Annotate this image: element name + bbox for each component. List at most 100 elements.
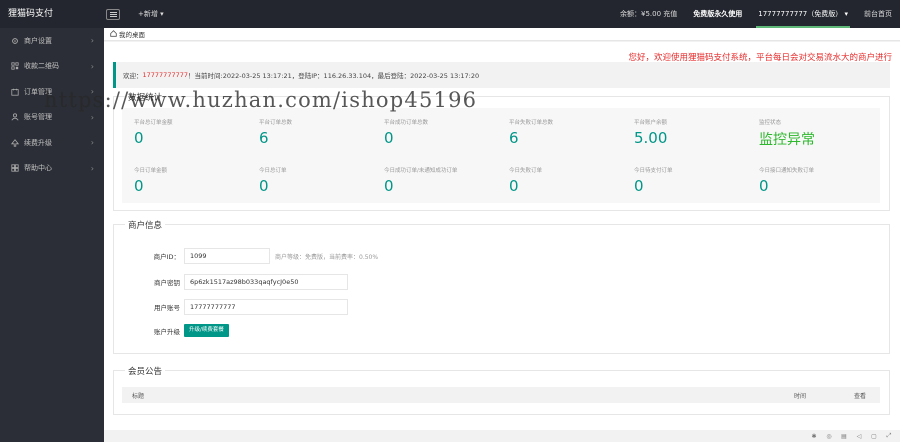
announcements-title: 会员公告 <box>125 365 166 377</box>
stat-label: 平台失败订单总数 <box>509 120 554 126</box>
column-title: 标题 <box>132 392 145 400</box>
merchant-id-row: 商户ID： 1099 商户等级：免费版，当前费率：0.50% <box>140 248 378 264</box>
stat-label: 平台成功订单总数 <box>384 120 429 126</box>
merchant-key-field[interactable]: 6p6zk1517az98b033qaqfycJ0e50 <box>184 274 348 290</box>
fullscreen-icon[interactable]: ▢ <box>871 433 877 440</box>
refresh-icon[interactable]: ◎ <box>826 433 832 440</box>
stat-value: 6 <box>509 129 519 147</box>
upgrade-icon <box>10 138 19 147</box>
menu-toggle-icon[interactable] <box>106 8 120 20</box>
chevron-right-icon: › <box>90 112 94 122</box>
free-version-label: 免费版永久使用 <box>693 10 743 18</box>
stat-card: 今日订单金额 0 <box>134 166 260 195</box>
monitor-status: 监控异常 <box>759 132 815 148</box>
sidebar-item-qrcode[interactable]: 收款二维码 › <box>0 54 104 80</box>
tab-my-desktop[interactable]: 我的桌面 <box>119 29 145 39</box>
stat-card: 监控状态 监控异常 <box>759 118 885 149</box>
sound-icon[interactable]: ◁ <box>856 433 862 440</box>
merchant-key-row: 商户密钥 6p6zk1517az98b033qaqfycJ0e50 <box>140 274 348 290</box>
stat-value: 0 <box>759 177 769 195</box>
notice-prefix: 欢迎： <box>123 72 143 80</box>
stat-value: 0 <box>134 177 144 195</box>
stat-card: 今日失败订单 0 <box>509 166 635 195</box>
notice-user: 17777777777 <box>142 71 189 79</box>
stats-grid: 平台总订单金额 0 平台订单总数 6 平台成功订单总数 0 平台失败订单总数 6… <box>122 108 880 203</box>
merchant-id-field[interactable]: 1099 <box>184 248 270 264</box>
login-notice: 欢迎： 17777777777 ！当前时间:2022-03-25 13:17:2… <box>113 62 890 88</box>
sidebar-item-label: 商户设置 <box>24 36 52 45</box>
stat-value: 5.00 <box>634 129 668 147</box>
column-view: 查看 <box>854 392 867 400</box>
tab-bar: 我的桌面 <box>104 28 900 41</box>
merchant-key-label: 商户密钥 <box>154 279 180 287</box>
frontend-home-link[interactable]: 前台首页 <box>856 0 900 28</box>
stat-label: 今日待支付订单 <box>634 168 673 174</box>
announcements-panel: 会员公告 标题 时间 查看 <box>113 365 890 415</box>
stat-card: 平台失败订单总数 6 <box>509 118 635 147</box>
stat-value: 0 <box>509 177 519 195</box>
merchant-level-hint: 商户等级：免费版，当前费率：0.50% <box>275 253 379 261</box>
stat-label: 平台总订单金额 <box>134 120 173 126</box>
column-time: 时间 <box>794 392 807 400</box>
chevron-right-icon: › <box>90 61 94 71</box>
stat-card: 平台总订单金额 0 <box>134 118 260 147</box>
home-icon <box>110 29 117 39</box>
stat-label: 今日接口通知失败订单 <box>759 168 815 174</box>
top-bar: 狸猫码支付 +新增 ▾ 余额：¥5.00 充值 免费版永久使用 17777777… <box>0 0 900 28</box>
balance-link[interactable]: 余额：¥5.00 充值 <box>612 0 685 28</box>
chevron-right-icon: › <box>90 163 94 173</box>
stat-card: 平台账户余额 5.00 <box>634 118 760 147</box>
expand-icon[interactable]: ⤢ <box>886 432 892 439</box>
sidebar-item-help[interactable]: 帮助中心 › <box>0 156 104 182</box>
stat-card: 平台订单总数 6 <box>259 118 385 147</box>
sidebar-item-upgrade[interactable]: 续费升级 › <box>0 130 104 156</box>
stat-label: 今日总订单 <box>259 168 287 174</box>
note-icon[interactable]: ▤ <box>841 433 847 440</box>
watermark-text: https://www.huzhan.com/ishop45196 <box>44 88 478 112</box>
stat-label: 平台订单总数 <box>259 120 293 126</box>
merchant-title: 商户信息 <box>125 219 166 231</box>
stat-value: 0 <box>384 129 394 147</box>
upgrade-row: 账户升级 升级/续费套餐 <box>140 324 229 337</box>
user-menu[interactable]: 17777777777（免费版） ▾ <box>750 0 856 28</box>
help-icon <box>10 164 19 173</box>
gear-icon <box>10 36 19 45</box>
account-field[interactable]: 17777777777 <box>184 299 348 315</box>
sidebar-item-merchant-settings[interactable]: 商户设置 › <box>0 28 104 54</box>
stat-card: 今日待支付订单 0 <box>634 166 760 195</box>
stat-value: 0 <box>134 129 144 147</box>
stat-card: 今日成功订单/未通知成功订单 0 <box>384 166 510 195</box>
stat-label: 今日失败订单 <box>509 168 543 174</box>
merchant-id-label: 商户ID： <box>153 253 180 261</box>
stat-label: 监控状态 <box>759 120 782 126</box>
stat-label: 今日订单金额 <box>134 168 168 174</box>
sidebar-item-label: 账号管理 <box>24 113 52 122</box>
stat-label: 今日成功订单/未通知成功订单 <box>384 168 458 174</box>
stat-label: 平台账户余额 <box>634 120 668 126</box>
account-label: 用户账号 <box>154 304 180 312</box>
user-icon <box>10 113 19 122</box>
upgrade-label: 账户升级 <box>154 327 180 336</box>
account-row: 用户账号 17777777777 <box>140 299 348 315</box>
stat-value: 0 <box>634 177 644 195</box>
new-menu-button[interactable]: +新增 ▾ <box>138 9 164 19</box>
notice-detail: ！当前时间:2022-03-25 13:17:21，登陆IP：116.26.33… <box>188 72 480 80</box>
footer-toolbar: ✱ ◎ ▤ ◁ ▢ ⤢ <box>104 430 900 442</box>
upgrade-button[interactable]: 升级/续费套餐 <box>184 324 229 337</box>
stat-card: 平台成功订单总数 0 <box>384 118 510 147</box>
sidebar-item-label: 帮助中心 <box>24 164 52 173</box>
stat-card: 今日接口通知失败订单 0 <box>759 166 885 195</box>
stat-value: 6 <box>259 129 269 147</box>
merchant-panel: 商户信息 商户ID： 1099 商户等级：免费版，当前费率：0.50% 商户密钥… <box>113 219 890 354</box>
qrcode-icon <box>10 62 19 71</box>
announcements-table-header: 标题 时间 查看 <box>122 387 880 403</box>
bug-icon[interactable]: ✱ <box>811 433 817 440</box>
sidebar-item-label: 续费升级 <box>24 138 52 147</box>
sidebar-item-label: 收款二维码 <box>24 62 59 71</box>
order-icon <box>10 87 19 96</box>
stat-card: 今日总订单 0 <box>259 166 385 195</box>
stat-value: 0 <box>259 177 269 195</box>
chevron-right-icon: › <box>90 138 94 147</box>
app-logo: 狸猫码支付 <box>0 0 104 28</box>
chevron-right-icon: › <box>90 36 94 45</box>
